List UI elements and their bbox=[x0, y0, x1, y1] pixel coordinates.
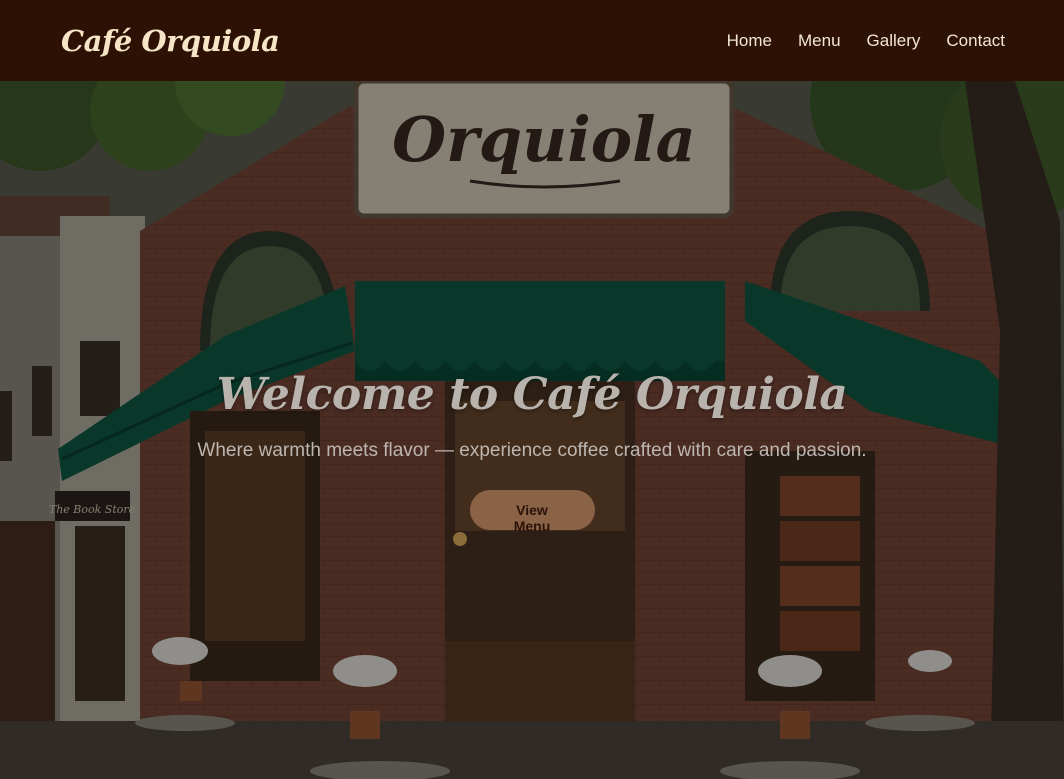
hero-subtitle: Where warmth meets flavor — experience c… bbox=[197, 440, 867, 461]
nav-links: Home Menu Gallery Contact bbox=[701, 31, 1005, 51]
hero-section: The Book Store Café Orquiola bbox=[0, 81, 1064, 779]
top-navbar: Café Orquiola Home Menu Gallery Contact bbox=[0, 0, 1064, 81]
nav-link-gallery[interactable]: Gallery bbox=[867, 31, 921, 50]
view-menu-button[interactable]: View Menu bbox=[469, 490, 595, 534]
hero-title: Welcome to Café Orquiola bbox=[216, 369, 848, 420]
brand-logo[interactable]: Café Orquiola bbox=[61, 24, 280, 58]
nav-link-contact[interactable]: Contact bbox=[946, 31, 1005, 50]
hero-content: Welcome to Café Orquiola Where warmth me… bbox=[0, 369, 1064, 535]
nav-link-menu[interactable]: Menu bbox=[798, 31, 841, 50]
nav-link-home[interactable]: Home bbox=[727, 31, 772, 50]
